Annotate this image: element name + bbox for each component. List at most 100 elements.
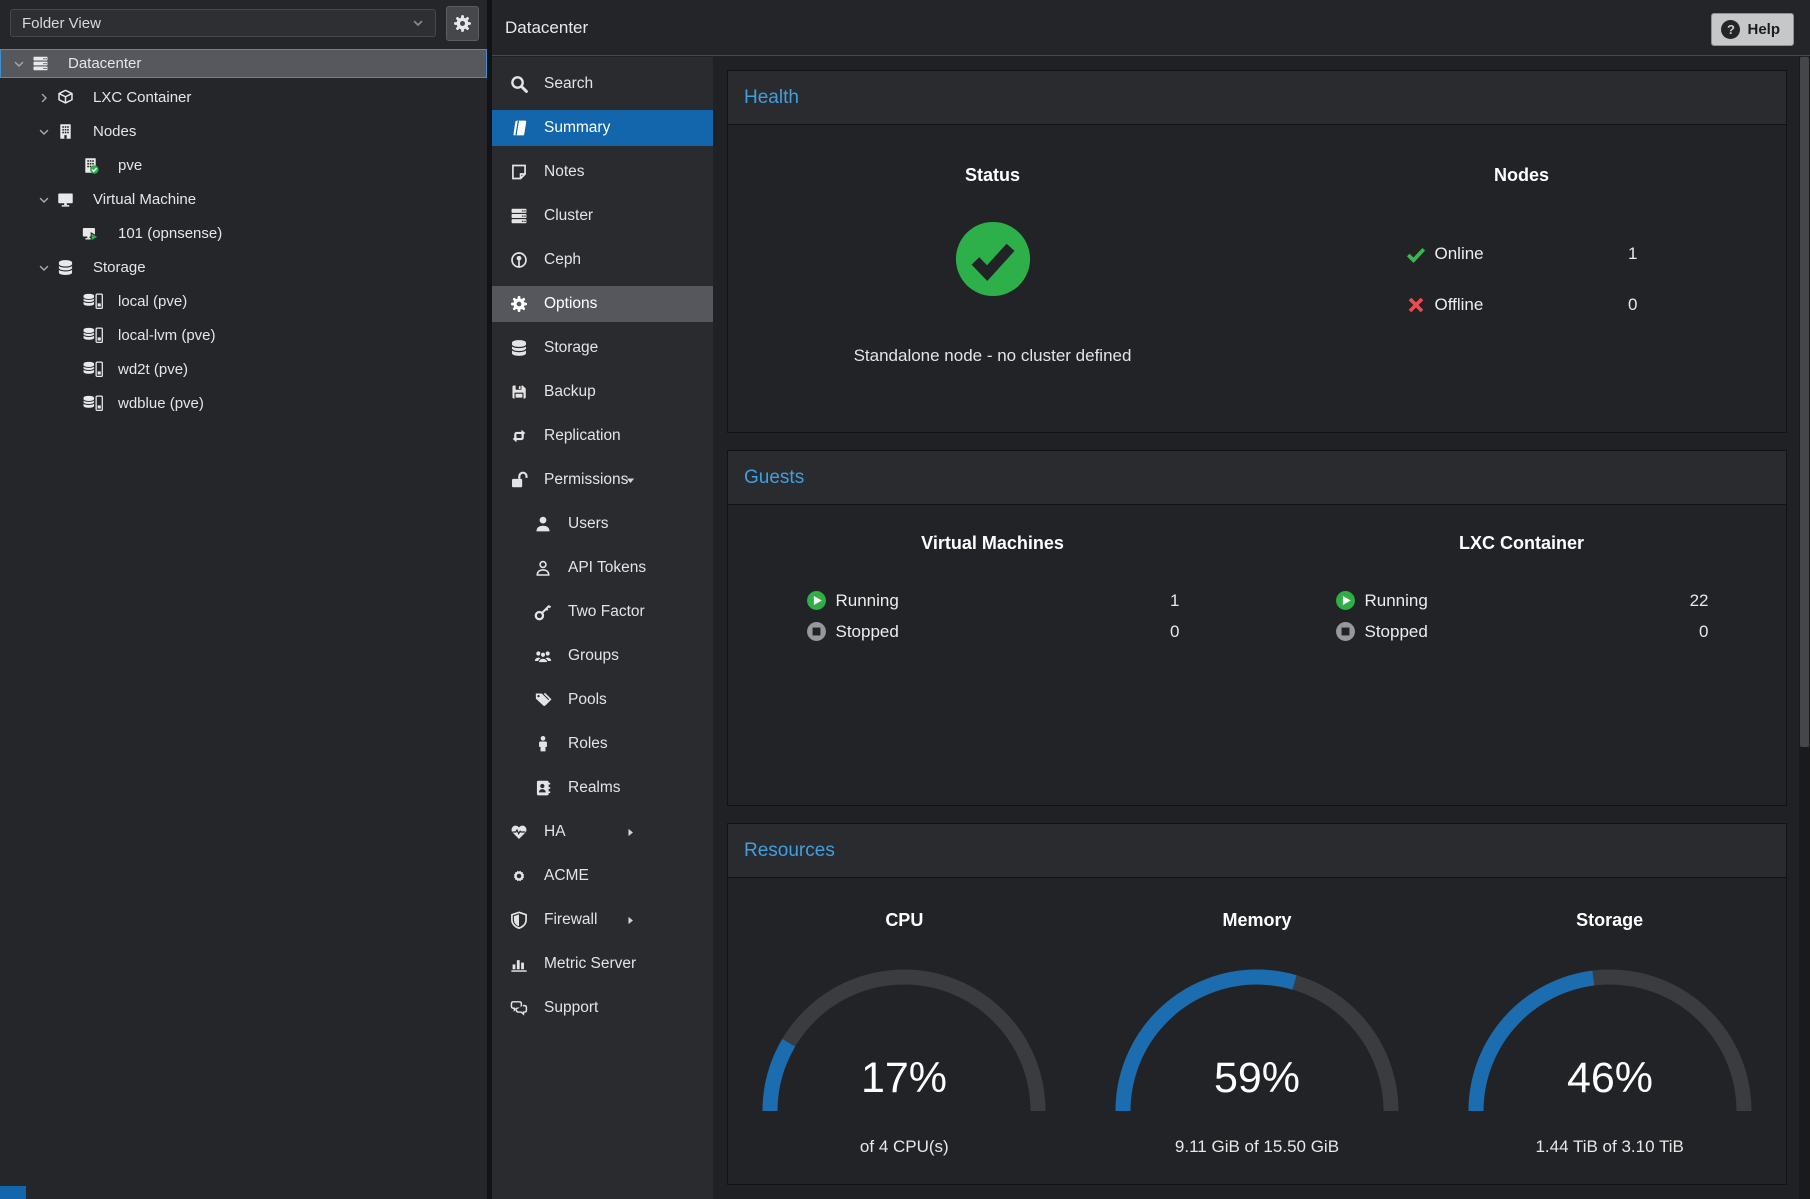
tree-settings-button[interactable] [446,6,479,41]
nav-item-notes[interactable]: Notes [492,154,713,190]
svg-text:59%: 59% [1214,1054,1300,1102]
workspace: Search Summary Notes Cluster Ceph Options Stor… [492,57,1810,1199]
view-mode-value: Folder View [22,15,411,32]
resource-gauge-cpu: CPU17%of 4 CPU(s) [728,878,1081,1184]
tree-item-local-pve[interactable]: local (pve) [0,287,487,316]
nav-item-replication[interactable]: Replication [492,418,713,454]
nav-item-ha[interactable]: HA [492,814,713,850]
tree-item-label: wd2t (pve) [118,361,188,378]
chevron-down-icon[interactable] [37,193,57,207]
chevron-down-icon[interactable] [12,57,32,71]
scrollbar-thumb[interactable] [1800,57,1809,747]
nav-item-search[interactable]: Search [492,66,713,102]
nav-item-realms[interactable]: Realms [492,770,713,806]
nav-item-ceph[interactable]: Ceph [492,242,713,278]
stopped-icon [1335,621,1356,642]
tree-item-pve[interactable]: pve [0,151,487,180]
nav-item-label: Support [544,999,598,1017]
group-icon [534,647,558,665]
tree-item-lxc-container[interactable]: LXC Container [0,83,487,112]
guest-status-value: 0 [1699,622,1708,642]
guest-status-row: Running22 [1335,585,1709,616]
shield-icon [510,911,534,929]
health-panel: Health Status Standalone node - no clust… [727,70,1787,433]
chevron-right-icon[interactable] [37,91,57,105]
nav-item-pools[interactable]: Pools [492,682,713,718]
nav-item-label: Two Factor [568,603,645,621]
content-scrollbar[interactable] [1799,57,1810,1199]
nav-item-label: HA [544,823,566,841]
nav-item-metric-server[interactable]: Metric Server [492,946,713,982]
nav-item-permissions[interactable]: Permissions [492,462,713,498]
nav-item-support[interactable]: Support [492,990,713,1026]
health-nodes-column: Nodes Online1 Offline 0 [1257,125,1786,432]
cross-icon [1406,295,1426,315]
nav-item-backup[interactable]: Backup [492,374,713,410]
health-panel-body: Status Standalone node - no cluster defi… [728,125,1786,432]
tag-icon [534,691,558,709]
help-button[interactable]: ? Help [1711,13,1794,46]
tree-item-nodes[interactable]: Nodes [0,117,487,146]
nav-item-label: Permissions [544,471,628,489]
resource-tree: Datacenter LXC Container Nodes pve Virtual M… [0,46,487,418]
nav-item-groups[interactable]: Groups [492,638,713,674]
tree-item-label: Storage [93,259,146,276]
building-icon [57,123,87,140]
nav-item-roles[interactable]: Roles [492,726,713,762]
database-icon [510,339,534,357]
chevron-down-icon [411,16,425,30]
nav-item-label: Firewall [544,911,597,929]
nav-item-api-tokens[interactable]: API Tokens [492,550,713,586]
status-ok-icon [728,220,1257,303]
monitor-play-icon [82,225,112,242]
caret-right-icon [624,902,637,938]
tree-item-101-opnsense[interactable]: 101 (opnsense) [0,219,487,248]
content-area: Health Status Standalone node - no clust… [713,57,1810,1199]
person-icon [534,735,558,753]
certificate-icon [510,867,534,885]
svg-text:46%: 46% [1567,1054,1653,1102]
corner-accent [0,1186,26,1199]
node-status-label: Offline [1435,295,1484,315]
nav-item-users[interactable]: Users [492,506,713,542]
tree-item-storage[interactable]: Storage [0,253,487,282]
storage-drive-icon [82,293,112,310]
nav-item-label: Notes [544,163,585,181]
storage-drive-icon [82,361,112,378]
chevron-down-icon[interactable] [37,125,57,139]
status-message: Standalone node - no cluster defined [728,346,1257,366]
tree-item-wdblue-pve[interactable]: wdblue (pve) [0,389,487,418]
question-icon: ? [1721,20,1740,39]
view-mode-select[interactable]: Folder View [10,9,436,37]
node-status-row: Online1 [1406,228,1638,279]
nav-item-acme[interactable]: ACME [492,858,713,894]
nav-item-options[interactable]: Options [492,286,713,322]
building-check-icon [82,157,112,174]
stopped-icon [806,621,827,642]
node-status-value: 0 [1628,295,1637,315]
nav-item-storage[interactable]: Storage [492,330,713,366]
tree-item-virtual-machine[interactable]: Virtual Machine [0,185,487,214]
nav-item-summary[interactable]: Summary [492,110,713,146]
cpu-gauge-chart: 17% [728,959,1081,1119]
resource-gauge-storage: Storage46%1.44 TiB of 3.10 TiB [1433,878,1786,1184]
node-status-label: Online [1435,244,1484,264]
nav-item-two-factor[interactable]: Two Factor [492,594,713,630]
nodes-heading: Nodes [1257,165,1786,186]
page-title: Datacenter [505,0,588,56]
server-icon [32,55,62,72]
caret-down-icon [624,462,637,498]
nav-item-cluster[interactable]: Cluster [492,198,713,234]
tree-item-label: 101 (opnsense) [118,225,222,242]
chevron-down-icon[interactable] [37,261,57,275]
tree-item-wd2t-pve[interactable]: wd2t (pve) [0,355,487,384]
guest-status-value: 1 [1170,591,1179,611]
ceph-icon [510,251,534,269]
nav-item-label: Storage [544,339,598,357]
tree-item-local-lvm-pve[interactable]: local-lvm (pve) [0,321,487,350]
tree-item-datacenter[interactable]: Datacenter [0,49,487,78]
guest-status-label: Stopped [836,622,899,642]
tree-item-label: Nodes [93,123,136,140]
nav-item-firewall[interactable]: Firewall [492,902,713,938]
gear-icon [510,295,534,313]
